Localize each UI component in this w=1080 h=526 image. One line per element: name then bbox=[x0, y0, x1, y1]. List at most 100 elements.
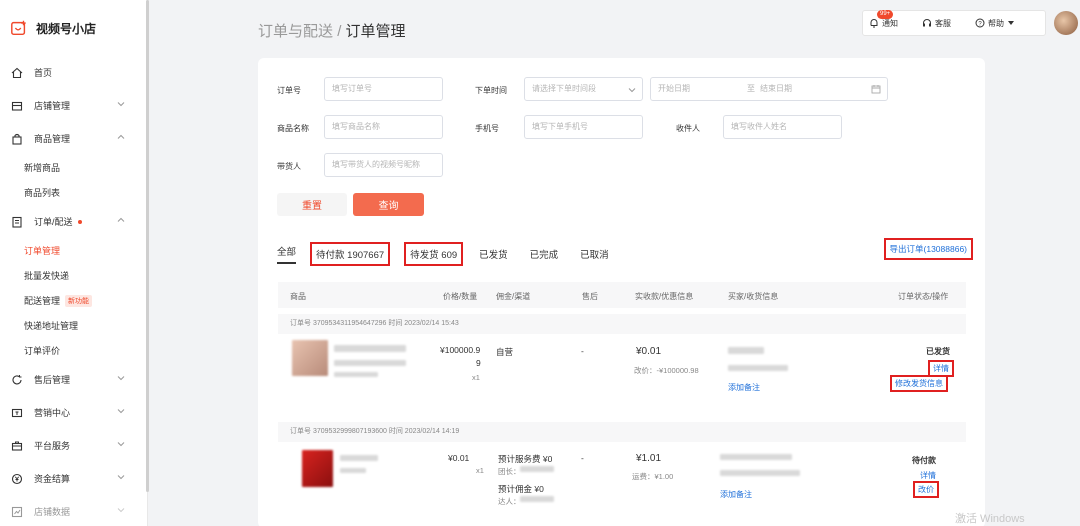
sidebar-item-services[interactable]: 平台服务 bbox=[0, 429, 147, 462]
promoter-label-cell: 达人： bbox=[498, 497, 521, 506]
phone-input[interactable]: 填写下单手机号 bbox=[524, 115, 643, 139]
order-no-label: 订单号 bbox=[277, 86, 301, 95]
product-title-blurred bbox=[334, 345, 406, 352]
sidebar-sub-order-manage[interactable]: 订单管理 bbox=[0, 238, 147, 263]
sidebar-sub-batch-ship[interactable]: 批量发快递 bbox=[0, 263, 147, 288]
order-received: ¥0.01 bbox=[636, 346, 662, 357]
sidebar-sub-delivery[interactable]: 配送管理 新功能 bbox=[0, 288, 147, 313]
sidebar-sub-product-list[interactable]: 商品列表 bbox=[0, 180, 147, 205]
phone-label: 手机号 bbox=[475, 124, 499, 133]
sidebar-item-aftersale[interactable]: 售后管理 bbox=[0, 363, 147, 396]
tab-completed[interactable]: 已完成 bbox=[530, 247, 559, 261]
order-no-input[interactable]: 填写订单号 bbox=[324, 77, 443, 101]
change-price-link[interactable]: 改价 bbox=[913, 481, 939, 498]
breadcrumb-separator: / bbox=[337, 23, 342, 40]
service-label: 客服 bbox=[935, 18, 951, 28]
column-header: 佣金/渠道 bbox=[496, 292, 531, 301]
reset-button[interactable]: 重置 bbox=[277, 193, 347, 216]
breadcrumb-current: 订单管理 bbox=[345, 23, 406, 40]
new-feature-badge: 新功能 bbox=[65, 294, 93, 307]
shop-icon bbox=[10, 99, 24, 113]
tab-shipped[interactable]: 已发货 bbox=[479, 247, 508, 261]
windows-activation-watermark: 激活 Windows bbox=[955, 513, 1025, 525]
avatar[interactable] bbox=[1054, 11, 1078, 35]
chevron-down-icon bbox=[117, 376, 125, 381]
tab-unpaid[interactable]: 待付款 1907667 bbox=[310, 242, 391, 266]
chevron-down-icon bbox=[117, 442, 125, 447]
leader-label: 团长： bbox=[498, 467, 521, 476]
order-aftersale: - bbox=[581, 346, 584, 356]
breadcrumb-parent[interactable]: 订单与配送 bbox=[258, 23, 333, 40]
chevron-down-icon bbox=[628, 88, 636, 93]
query-button[interactable]: 查询 bbox=[353, 193, 424, 216]
table-header: 商品 价格/数量 佣金/渠道 售后 实收款/优惠信息 买家/收货信息 订单状态/… bbox=[278, 282, 966, 308]
sidebar-sub-label: 配送管理 bbox=[24, 296, 61, 306]
service-fee: 预计服务费 ¥0 bbox=[498, 454, 553, 464]
product-thumbnail bbox=[292, 340, 328, 376]
help-icon: ? bbox=[975, 18, 985, 28]
sidebar-item-label: 营销中心 bbox=[34, 408, 71, 418]
promoter-input[interactable]: 填写带货人的视频号昵称 bbox=[324, 153, 443, 177]
sidebar-item-label: 商品管理 bbox=[34, 134, 71, 144]
product-title-blurred bbox=[340, 455, 378, 461]
product-name-label: 商品名称 bbox=[277, 124, 309, 133]
add-note-link[interactable]: 添加备注 bbox=[720, 489, 752, 500]
help-button[interactable]: ? 帮助 bbox=[975, 18, 1018, 29]
new-dot bbox=[77, 219, 82, 224]
refresh-icon bbox=[10, 373, 24, 387]
date-range-separator: 至 bbox=[747, 84, 755, 93]
service-button[interactable]: 客服 bbox=[922, 18, 951, 29]
sidebar-item-settlement[interactable]: 资金结算 bbox=[0, 462, 147, 495]
order-detail-link[interactable]: 详情 bbox=[920, 470, 936, 481]
top-toolbar: 99+ 通知 客服 ? 帮助 bbox=[862, 9, 1046, 36]
buyer-name-blurred bbox=[728, 347, 764, 354]
order-meta: 订单号 3709534311954647296 时间 2023/02/14 15… bbox=[278, 314, 966, 334]
breadcrumb: 订单与配送 / 订单管理 bbox=[258, 20, 406, 41]
calendar-icon bbox=[871, 85, 881, 94]
receiver-input[interactable]: 填写收件人姓名 bbox=[723, 115, 842, 139]
buyer-address-blurred bbox=[728, 365, 788, 371]
add-note-link[interactable]: 添加备注 bbox=[728, 382, 760, 393]
sidebar-scrollbar[interactable] bbox=[146, 0, 149, 492]
tab-cancelled[interactable]: 已取消 bbox=[580, 247, 609, 261]
tab-unshipped[interactable]: 待发货 609 bbox=[404, 242, 464, 266]
order-panel: 订单号 填写订单号 下单时间 请选择下单时间段 开始日期 至 结束日期 商品名称… bbox=[258, 58, 985, 526]
product-name-input[interactable]: 填写商品名称 bbox=[324, 115, 443, 139]
promoter-label: 带货人 bbox=[277, 162, 301, 171]
modify-shipping-link[interactable]: 修改发货信息 bbox=[890, 375, 948, 392]
sidebar-item-label: 平台服务 bbox=[34, 441, 71, 451]
brand-name: 视频号小店 bbox=[36, 21, 97, 36]
sidebar-item-products[interactable]: 商品管理 bbox=[0, 122, 147, 155]
help-label: 帮助 bbox=[988, 18, 1004, 28]
sidebar-item-home[interactable]: 首页 bbox=[0, 56, 147, 89]
sidebar-item-data[interactable]: 店铺数据 bbox=[0, 495, 147, 526]
sidebar-item-orders[interactable]: 订单/配送 bbox=[0, 205, 147, 238]
tab-all[interactable]: 全部 bbox=[277, 244, 297, 264]
sidebar-item-label: 首页 bbox=[34, 68, 53, 78]
headset-icon bbox=[923, 19, 931, 27]
export-orders-button[interactable]: 导出订单(13088866) bbox=[883, 238, 973, 260]
chevron-down-icon bbox=[117, 409, 125, 414]
sidebar-sub-add-product[interactable]: 新增商品 bbox=[0, 155, 147, 180]
notify-button[interactable]: 99+ 通知 bbox=[869, 9, 898, 29]
order-price: ¥100000.9 bbox=[440, 345, 481, 355]
sidebar-item-shop[interactable]: 店铺管理 bbox=[0, 89, 147, 122]
end-date-placeholder: 结束日期 bbox=[760, 84, 792, 93]
time-range-select[interactable]: 请选择下单时间段 bbox=[524, 77, 643, 101]
promoter-blurred bbox=[520, 496, 554, 502]
receiver-label: 收件人 bbox=[676, 124, 700, 133]
sidebar-item-marketing[interactable]: 营销中心 bbox=[0, 396, 147, 429]
sidebar-sub-review[interactable]: 订单评价 bbox=[0, 338, 147, 363]
buyer-address-blurred bbox=[720, 470, 800, 476]
order-qty: x1 bbox=[472, 373, 480, 382]
brand[interactable]: 视频号小店 bbox=[0, 0, 147, 56]
order-meta: 订单号 3709532999807193600 时间 2023/02/14 14… bbox=[278, 422, 966, 442]
product-spec-blurred bbox=[334, 372, 378, 377]
sidebar-sub-address[interactable]: 快递地址管理 bbox=[0, 313, 147, 338]
product-thumbnail bbox=[302, 450, 333, 487]
date-range-picker[interactable]: 开始日期 至 结束日期 bbox=[650, 77, 888, 101]
order-qty: x1 bbox=[476, 466, 484, 475]
order-icon bbox=[10, 215, 24, 229]
chevron-up-icon bbox=[117, 217, 125, 222]
bell-icon bbox=[870, 19, 878, 28]
